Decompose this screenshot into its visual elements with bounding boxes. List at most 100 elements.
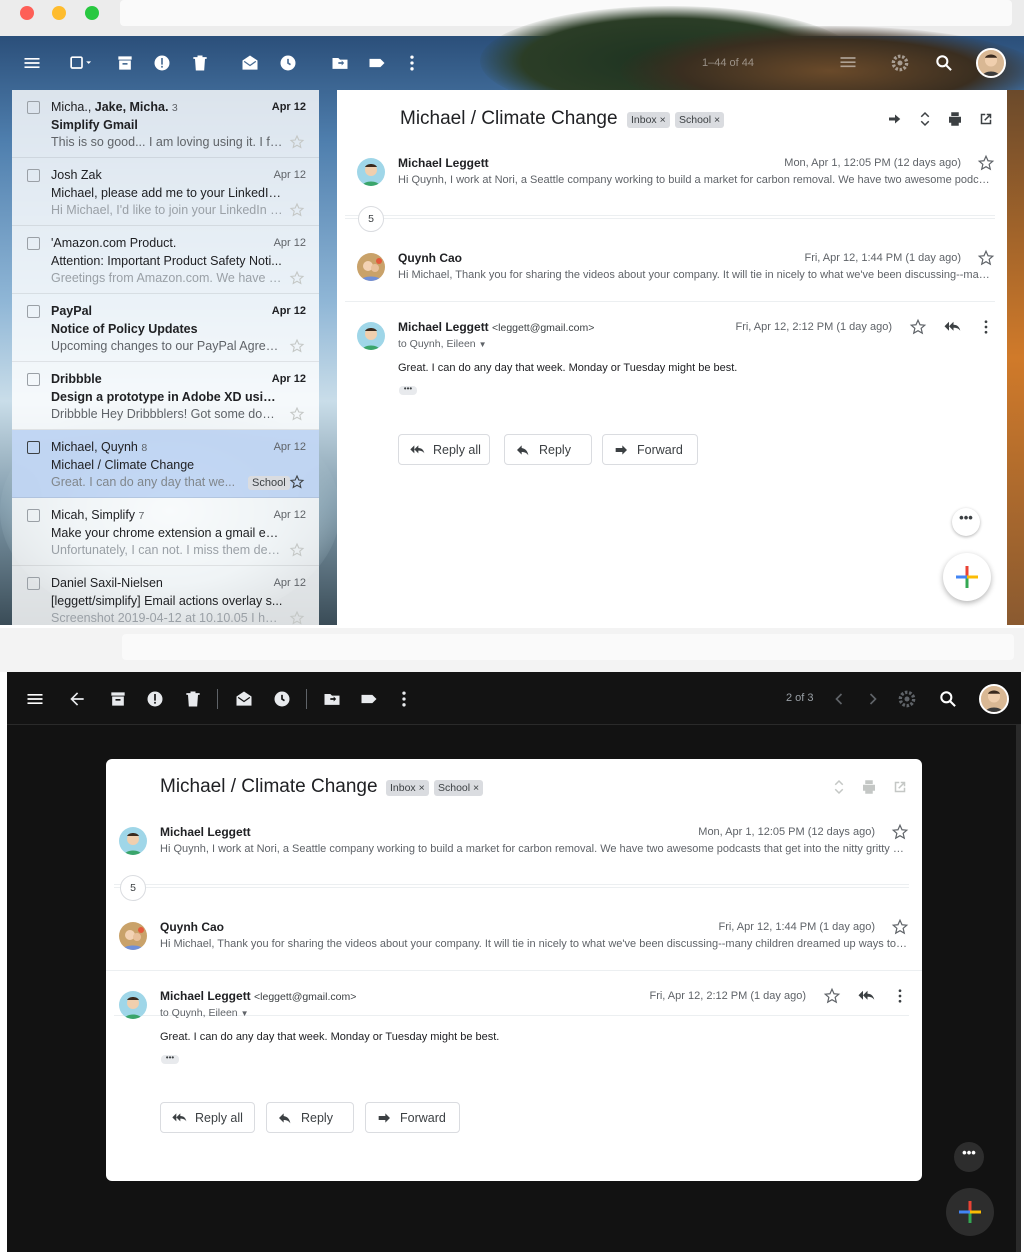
- delete-icon[interactable]: [181, 687, 205, 711]
- chevron-left-icon[interactable]: [827, 687, 851, 711]
- collapsed-messages-count[interactable]: 5: [358, 206, 384, 232]
- list-item-selected[interactable]: Michael, Quynh 8 Apr 12 Michael / Climat…: [12, 430, 319, 498]
- density-icon[interactable]: [836, 51, 860, 75]
- recipients-dropdown[interactable]: to Quynh, Eileen ▼: [160, 1007, 248, 1019]
- more-icon[interactable]: [400, 51, 424, 75]
- row-checkbox[interactable]: [27, 237, 40, 250]
- star-icon[interactable]: [289, 338, 305, 354]
- label-chip-school[interactable]: School ×: [434, 780, 484, 796]
- show-trimmed-content-button[interactable]: •••: [399, 385, 417, 395]
- reply-all-icon[interactable]: [857, 987, 875, 1005]
- report-spam-icon[interactable]: [143, 687, 167, 711]
- row-checkbox[interactable]: [27, 305, 40, 318]
- expand-all-icon[interactable]: [916, 110, 934, 128]
- show-trimmed-content-button[interactable]: •••: [161, 1054, 179, 1064]
- row-checkbox[interactable]: [27, 101, 40, 114]
- list-item[interactable]: Dribbble Apr 12 Design a prototype in Ad…: [12, 362, 319, 430]
- menu-icon[interactable]: [23, 687, 47, 711]
- delete-icon[interactable]: [188, 51, 212, 75]
- print-icon[interactable]: [946, 110, 964, 128]
- label-icon[interactable]: [365, 51, 389, 75]
- label-chip-inbox[interactable]: Inbox ×: [386, 780, 429, 796]
- message-snippet[interactable]: Hi Quynh, I work at Nori, a Seattle comp…: [160, 843, 908, 855]
- star-icon[interactable]: [977, 249, 995, 267]
- list-item[interactable]: 'Amazon.com Product. Apr 12 Attention: I…: [12, 226, 319, 294]
- star-icon[interactable]: [891, 823, 909, 841]
- row-checkbox[interactable]: [27, 577, 40, 590]
- more-options-icon[interactable]: [977, 318, 995, 336]
- more-actions-fab[interactable]: •••: [954, 1142, 984, 1172]
- reply-button[interactable]: Reply: [504, 434, 592, 465]
- forward-button[interactable]: Forward: [602, 434, 698, 465]
- more-actions-fab[interactable]: •••: [952, 508, 980, 536]
- minimize-window-button[interactable]: [55, 641, 69, 655]
- mark-read-icon[interactable]: [232, 687, 256, 711]
- forward-button[interactable]: Forward: [365, 1102, 460, 1133]
- settings-icon[interactable]: [888, 51, 912, 75]
- move-to-icon[interactable]: [320, 687, 344, 711]
- star-icon[interactable]: [289, 474, 305, 490]
- zoom-window-button[interactable]: [85, 6, 99, 20]
- menu-icon[interactable]: [20, 51, 44, 75]
- star-icon[interactable]: [289, 134, 305, 150]
- star-icon[interactable]: [977, 154, 995, 172]
- label-chip-inbox[interactable]: Inbox ×: [627, 112, 670, 128]
- address-bar[interactable]: [122, 634, 1014, 660]
- scrollbar[interactable]: [1016, 725, 1021, 1252]
- row-checkbox[interactable]: [27, 373, 40, 386]
- compose-fab[interactable]: [943, 553, 991, 601]
- search-icon[interactable]: [932, 51, 956, 75]
- more-icon[interactable]: [392, 687, 416, 711]
- label-icon[interactable]: [357, 687, 381, 711]
- forward-thread-icon[interactable]: [886, 110, 904, 128]
- back-arrow-icon[interactable]: [65, 687, 89, 711]
- snooze-icon[interactable]: [276, 51, 300, 75]
- row-checkbox[interactable]: [27, 509, 40, 522]
- print-icon[interactable]: [860, 778, 878, 796]
- move-to-icon[interactable]: [328, 51, 352, 75]
- star-icon[interactable]: [289, 202, 305, 218]
- zoom-window-button[interactable]: [89, 641, 103, 655]
- compose-fab[interactable]: [946, 1188, 994, 1236]
- star-icon[interactable]: [891, 918, 909, 936]
- reply-all-button[interactable]: Reply all: [398, 434, 490, 465]
- mark-read-icon[interactable]: [238, 51, 262, 75]
- open-new-window-icon[interactable]: [977, 110, 995, 128]
- message-snippet[interactable]: Hi Michael, Thank you for sharing the vi…: [398, 269, 995, 281]
- list-item[interactable]: Micha., Jake, Micha. 3 Apr 12 Simplify G…: [12, 90, 319, 158]
- select-all-checkbox[interactable]: [66, 51, 98, 75]
- open-new-window-icon[interactable]: [891, 778, 909, 796]
- star-icon[interactable]: [909, 318, 927, 336]
- more-options-icon[interactable]: [891, 987, 909, 1005]
- snooze-icon[interactable]: [270, 687, 294, 711]
- recipients-dropdown[interactable]: to Quynh, Eileen ▼: [398, 338, 486, 350]
- star-icon[interactable]: [823, 987, 841, 1005]
- label-chip-school[interactable]: School: [248, 476, 290, 490]
- close-window-button[interactable]: [23, 641, 37, 655]
- account-avatar[interactable]: [979, 684, 1009, 714]
- star-icon[interactable]: [289, 610, 305, 625]
- close-window-button[interactable]: [20, 6, 34, 20]
- message-snippet[interactable]: Hi Michael, Thank you for sharing the vi…: [160, 938, 908, 950]
- star-icon[interactable]: [289, 270, 305, 286]
- report-spam-icon[interactable]: [150, 51, 174, 75]
- minimize-window-button[interactable]: [52, 6, 66, 20]
- expand-all-icon[interactable]: [830, 778, 848, 796]
- list-item[interactable]: Daniel Saxil-Nielsen Apr 12 [leggett/sim…: [12, 566, 319, 625]
- chevron-right-icon[interactable]: [861, 687, 885, 711]
- reply-all-icon[interactable]: [943, 318, 961, 336]
- row-checkbox[interactable]: [27, 169, 40, 182]
- account-avatar[interactable]: [976, 48, 1006, 78]
- list-item[interactable]: Josh Zak Apr 12 Michael, please add me t…: [12, 158, 319, 226]
- settings-icon[interactable]: [895, 687, 919, 711]
- star-icon[interactable]: [289, 406, 305, 422]
- label-chip-school[interactable]: School ×: [675, 112, 725, 128]
- message-snippet[interactable]: Hi Quynh, I work at Nori, a Seattle comp…: [398, 174, 995, 186]
- archive-icon[interactable]: [106, 687, 130, 711]
- collapsed-messages-count[interactable]: 5: [120, 875, 146, 901]
- reply-button[interactable]: Reply: [266, 1102, 354, 1133]
- search-icon[interactable]: [936, 687, 960, 711]
- row-checkbox[interactable]: [27, 441, 40, 454]
- list-item[interactable]: Micah, Simplify 7 Apr 12 Make your chrom…: [12, 498, 319, 566]
- reply-all-button[interactable]: Reply all: [160, 1102, 255, 1133]
